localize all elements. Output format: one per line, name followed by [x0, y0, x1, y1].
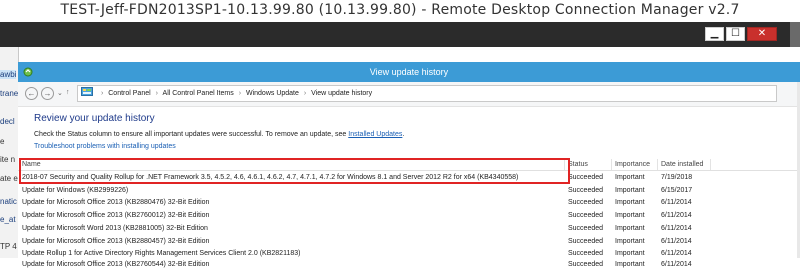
breadcrumb-separator: › — [303, 90, 307, 97]
tree-node-fragment[interactable]: TP 4 — [0, 242, 17, 251]
cell-importance: Important — [615, 250, 645, 257]
tree-node-fragment[interactable]: e — [0, 137, 4, 146]
breadcrumb-all-items[interactable]: All Control Panel Items — [163, 90, 234, 97]
maximize-button[interactable]: ☐ — [726, 27, 745, 41]
column-header-status[interactable]: Status — [568, 161, 588, 168]
breadcrumb-separator: › — [238, 90, 242, 97]
cell-date: 6/11/2014 — [661, 261, 692, 268]
cell-date: 6/11/2014 — [661, 212, 692, 219]
cell-name: Update for Microsoft Office 2013 (KB2760… — [22, 212, 210, 219]
tree-node-fragment[interactable]: awbi — [0, 70, 17, 79]
remote-window-title: View update history — [369, 67, 449, 77]
cell-date: 6/11/2014 — [661, 250, 692, 257]
cell-date: 6/11/2014 — [661, 199, 692, 206]
tree-node-fragment[interactable]: ate e — [0, 174, 18, 183]
tree-node-fragment[interactable]: natic — [0, 197, 17, 206]
remote-title-bar: View update history — [18, 62, 800, 82]
address-bar[interactable]: › Control Panel › All Control Panel Item… — [77, 85, 777, 102]
cell-name: Update for Microsoft Office 2013 (KB2760… — [22, 261, 210, 268]
cell-importance: Important — [615, 261, 645, 268]
cell-name: Update Rollup 1 for Active Directory Rig… — [22, 250, 301, 257]
cell-name: Update for Microsoft Office 2013 (KB2880… — [22, 199, 210, 206]
server-tree-panel[interactable]: awbi trane decl e ite n ate e natic e_at… — [0, 47, 19, 258]
breadcrumb-view-update-history[interactable]: View update history — [311, 90, 372, 97]
cell-date: 6/15/2017 — [661, 187, 693, 194]
table-row[interactable]: Update for Microsoft Office 2013 (KB2760… — [18, 259, 800, 272]
page-description: Check the Status column to ensure all im… — [34, 131, 405, 138]
tree-node-fragment[interactable]: e_at — [0, 215, 16, 224]
tree-node-fragment[interactable]: decl — [0, 117, 15, 126]
up-button[interactable]: ↑ — [66, 89, 70, 96]
cell-status: Succeeded — [568, 174, 604, 181]
cell-date: 7/19/2018 — [661, 174, 693, 181]
troubleshoot-link[interactable]: Troubleshoot problems with installing up… — [34, 143, 176, 150]
cell-date: 6/11/2014 — [661, 225, 692, 232]
cell-importance: Important — [615, 199, 645, 206]
minimize-button[interactable]: ▁ — [705, 27, 724, 41]
breadcrumb-windows-update[interactable]: Windows Update — [246, 90, 299, 97]
cell-status: Succeeded — [568, 199, 604, 206]
tree-node-fragment[interactable]: ite n — [0, 155, 15, 164]
tree-node-fragment[interactable]: trane — [0, 89, 18, 98]
cell-status: Succeeded — [568, 225, 604, 232]
cell-status: Succeeded — [568, 212, 604, 219]
table-row[interactable]: Update for Microsoft Office 2013 (KB2760… — [18, 210, 800, 223]
forward-button[interactable]: → — [41, 87, 54, 100]
cell-name: Update for Microsoft Office 2013 (KB2880… — [22, 238, 210, 245]
recent-locations-button[interactable]: ⌄ — [57, 89, 63, 97]
breadcrumb-control-panel[interactable]: Control Panel — [108, 90, 150, 97]
cell-name: Update for Windows (KB2999226) — [22, 187, 129, 194]
cell-importance: Important — [615, 187, 645, 194]
cell-importance: Important — [615, 212, 645, 219]
remote-window: View update history ← → ⌄ ↑ › Control Pa… — [18, 62, 800, 268]
back-button[interactable]: ← — [25, 87, 38, 100]
cell-date: 6/11/2014 — [661, 238, 692, 245]
cell-importance: Important — [615, 238, 645, 245]
column-header-date-installed[interactable]: Date installed — [661, 161, 703, 168]
cell-importance: Important — [615, 174, 645, 181]
rdcman-window-title: TEST-Jeff-FDN2013SP1-10.13.99.80 (10.13.… — [0, 0, 800, 22]
highlight-annotation — [19, 158, 570, 184]
cell-status: Succeeded — [568, 238, 604, 245]
table-row[interactable]: Update for Microsoft Office 2013 (KB2880… — [18, 197, 800, 210]
installed-updates-link[interactable]: Installed Updates — [348, 131, 402, 138]
table-row[interactable]: Update for Microsoft Word 2013 (KB288100… — [18, 223, 800, 236]
breadcrumb-separator: › — [100, 90, 104, 97]
cell-status: Succeeded — [568, 250, 604, 257]
breadcrumb-separator: › — [155, 90, 158, 97]
cell-name: Update for Microsoft Word 2013 (KB288100… — [22, 225, 208, 232]
cell-importance: Important — [615, 225, 645, 232]
rdcman-session-bar — [0, 22, 800, 47]
column-header-importance[interactable]: Importance — [615, 161, 650, 168]
close-button[interactable]: ✕ — [747, 27, 777, 41]
navigation-bar: ← → ⌄ ↑ › Control Panel › All Control Pa… — [18, 82, 800, 107]
cell-status: Succeeded — [568, 261, 604, 268]
page-title: Review your update history — [34, 113, 155, 124]
control-panel-icon — [81, 87, 93, 96]
cell-status: Succeeded — [568, 187, 604, 194]
